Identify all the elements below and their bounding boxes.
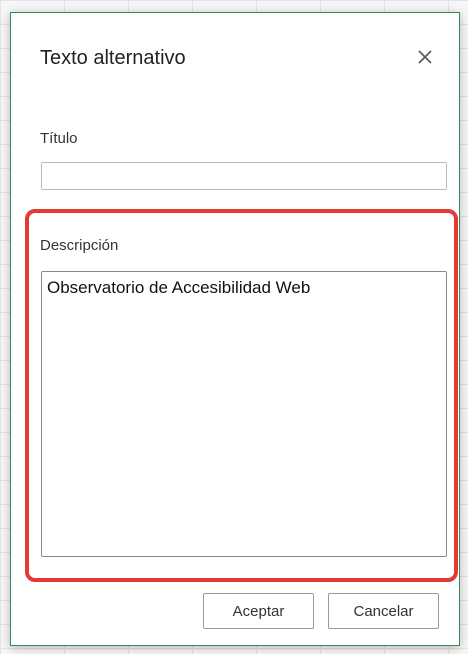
alt-text-dialog: Texto alternativo Título Descripción Obs… <box>10 12 460 646</box>
close-button[interactable] <box>411 43 439 71</box>
titulo-input[interactable] <box>41 162 447 190</box>
descripcion-textarea[interactable]: Observatorio de Accesibilidad Web <box>41 271 447 557</box>
accept-button[interactable]: Aceptar <box>203 593 314 629</box>
close-icon <box>418 50 432 64</box>
cancel-button[interactable]: Cancelar <box>328 593 439 629</box>
dialog-title: Texto alternativo <box>40 47 186 69</box>
screen: Texto alternativo Título Descripción Obs… <box>0 0 468 654</box>
descripcion-label: Descripción <box>40 237 119 254</box>
titulo-label: Título <box>40 130 78 147</box>
